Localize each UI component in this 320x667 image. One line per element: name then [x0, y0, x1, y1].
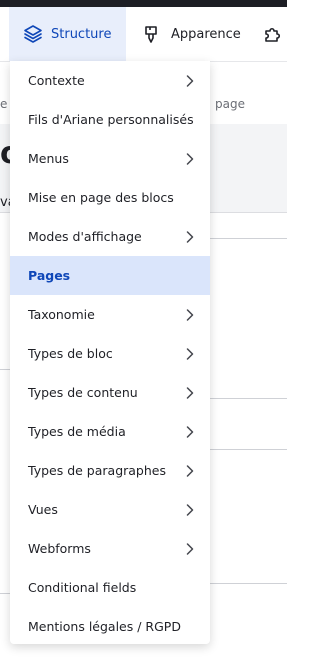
- divider: [210, 583, 287, 584]
- menu-item-label: Mise en page des blocs: [28, 190, 174, 205]
- chevron-right-icon: [186, 542, 194, 555]
- menu-item-mentions-l-gales-rgpd[interactable]: Mentions légales / RGPD: [10, 607, 210, 646]
- chevron-right-icon: [186, 347, 194, 360]
- layers-icon: [23, 24, 43, 44]
- admin-toolbar: Structure Apparence: [0, 7, 287, 62]
- menu-item-fils-d-ariane-personnalis-s[interactable]: Fils d'Ariane personnalisés: [10, 100, 210, 139]
- chevron-right-icon: [186, 386, 194, 399]
- menu-item-label: Types de bloc: [28, 346, 113, 361]
- background-fragment-e: e: [0, 97, 8, 111]
- divider: [0, 369, 10, 370]
- chevron-right-icon: [186, 503, 194, 516]
- menu-item-label: Webforms: [28, 541, 91, 556]
- menu-item-vues[interactable]: Vues: [10, 490, 210, 529]
- chevron-right-icon: [186, 308, 194, 321]
- divider: [0, 593, 10, 594]
- chevron-right-icon: [186, 425, 194, 438]
- menu-item-types-de-bloc[interactable]: Types de bloc: [10, 334, 210, 373]
- menu-item-label: Taxonomie: [28, 307, 95, 322]
- menu-item-label: Fils d'Ariane personnalisés: [28, 112, 194, 127]
- menu-item-mise-en-page-des-blocs[interactable]: Mise en page des blocs: [10, 178, 210, 217]
- menu-item-label: Vues: [28, 502, 58, 517]
- menu-item-modes-d-affichage[interactable]: Modes d'affichage: [10, 217, 210, 256]
- chevron-right-icon: [186, 152, 194, 165]
- divider: [210, 238, 287, 239]
- divider: [210, 449, 287, 450]
- menu-item-webforms[interactable]: Webforms: [10, 529, 210, 568]
- toolbar-apparence-tab[interactable]: Apparence: [141, 7, 241, 61]
- menu-item-pages[interactable]: Pages: [10, 256, 210, 295]
- chevron-right-icon: [186, 74, 194, 87]
- toolbar-apparence-label: Apparence: [171, 26, 241, 42]
- menu-item-label: Modes d'affichage: [28, 229, 142, 244]
- toolbar-structure-tab[interactable]: Structure: [9, 7, 126, 61]
- menu-item-label: Pages: [28, 268, 71, 283]
- menu-item-taxonomie[interactable]: Taxonomie: [10, 295, 210, 334]
- menu-item-label: Mentions légales / RGPD: [28, 619, 181, 634]
- menu-item-types-de-paragraphes[interactable]: Types de paragraphes: [10, 451, 210, 490]
- chevron-right-icon: [186, 464, 194, 477]
- menu-item-types-de-contenu[interactable]: Types de contenu: [10, 373, 210, 412]
- puzzle-icon: [263, 24, 283, 44]
- menu-item-label: Conditional fields: [28, 580, 137, 595]
- menu-item-conditional-fields[interactable]: Conditional fields: [10, 568, 210, 607]
- menu-item-contexte[interactable]: Contexte: [10, 61, 210, 100]
- menu-item-types-de-m-dia[interactable]: Types de média: [10, 412, 210, 451]
- structure-dropdown-menu: Contexte Fils d'Ariane personnalisés Menus…: [10, 61, 210, 644]
- chevron-right-icon: [186, 230, 194, 243]
- background-fragment-page: page: [215, 97, 245, 111]
- top-strip: [0, 0, 287, 7]
- toolbar-structure-label: Structure: [51, 26, 112, 42]
- menu-item-label: Types de média: [28, 424, 126, 439]
- menu-item-label: Types de paragraphes: [28, 463, 166, 478]
- divider: [210, 398, 287, 399]
- menu-item-menus[interactable]: Menus: [10, 139, 210, 178]
- toolbar-extend-tab[interactable]: [263, 7, 283, 61]
- menu-item-label: Contexte: [28, 73, 85, 88]
- menu-item-label: Menus: [28, 151, 69, 166]
- menu-item-label: Types de contenu: [28, 385, 138, 400]
- paint-brush-icon: [141, 24, 161, 44]
